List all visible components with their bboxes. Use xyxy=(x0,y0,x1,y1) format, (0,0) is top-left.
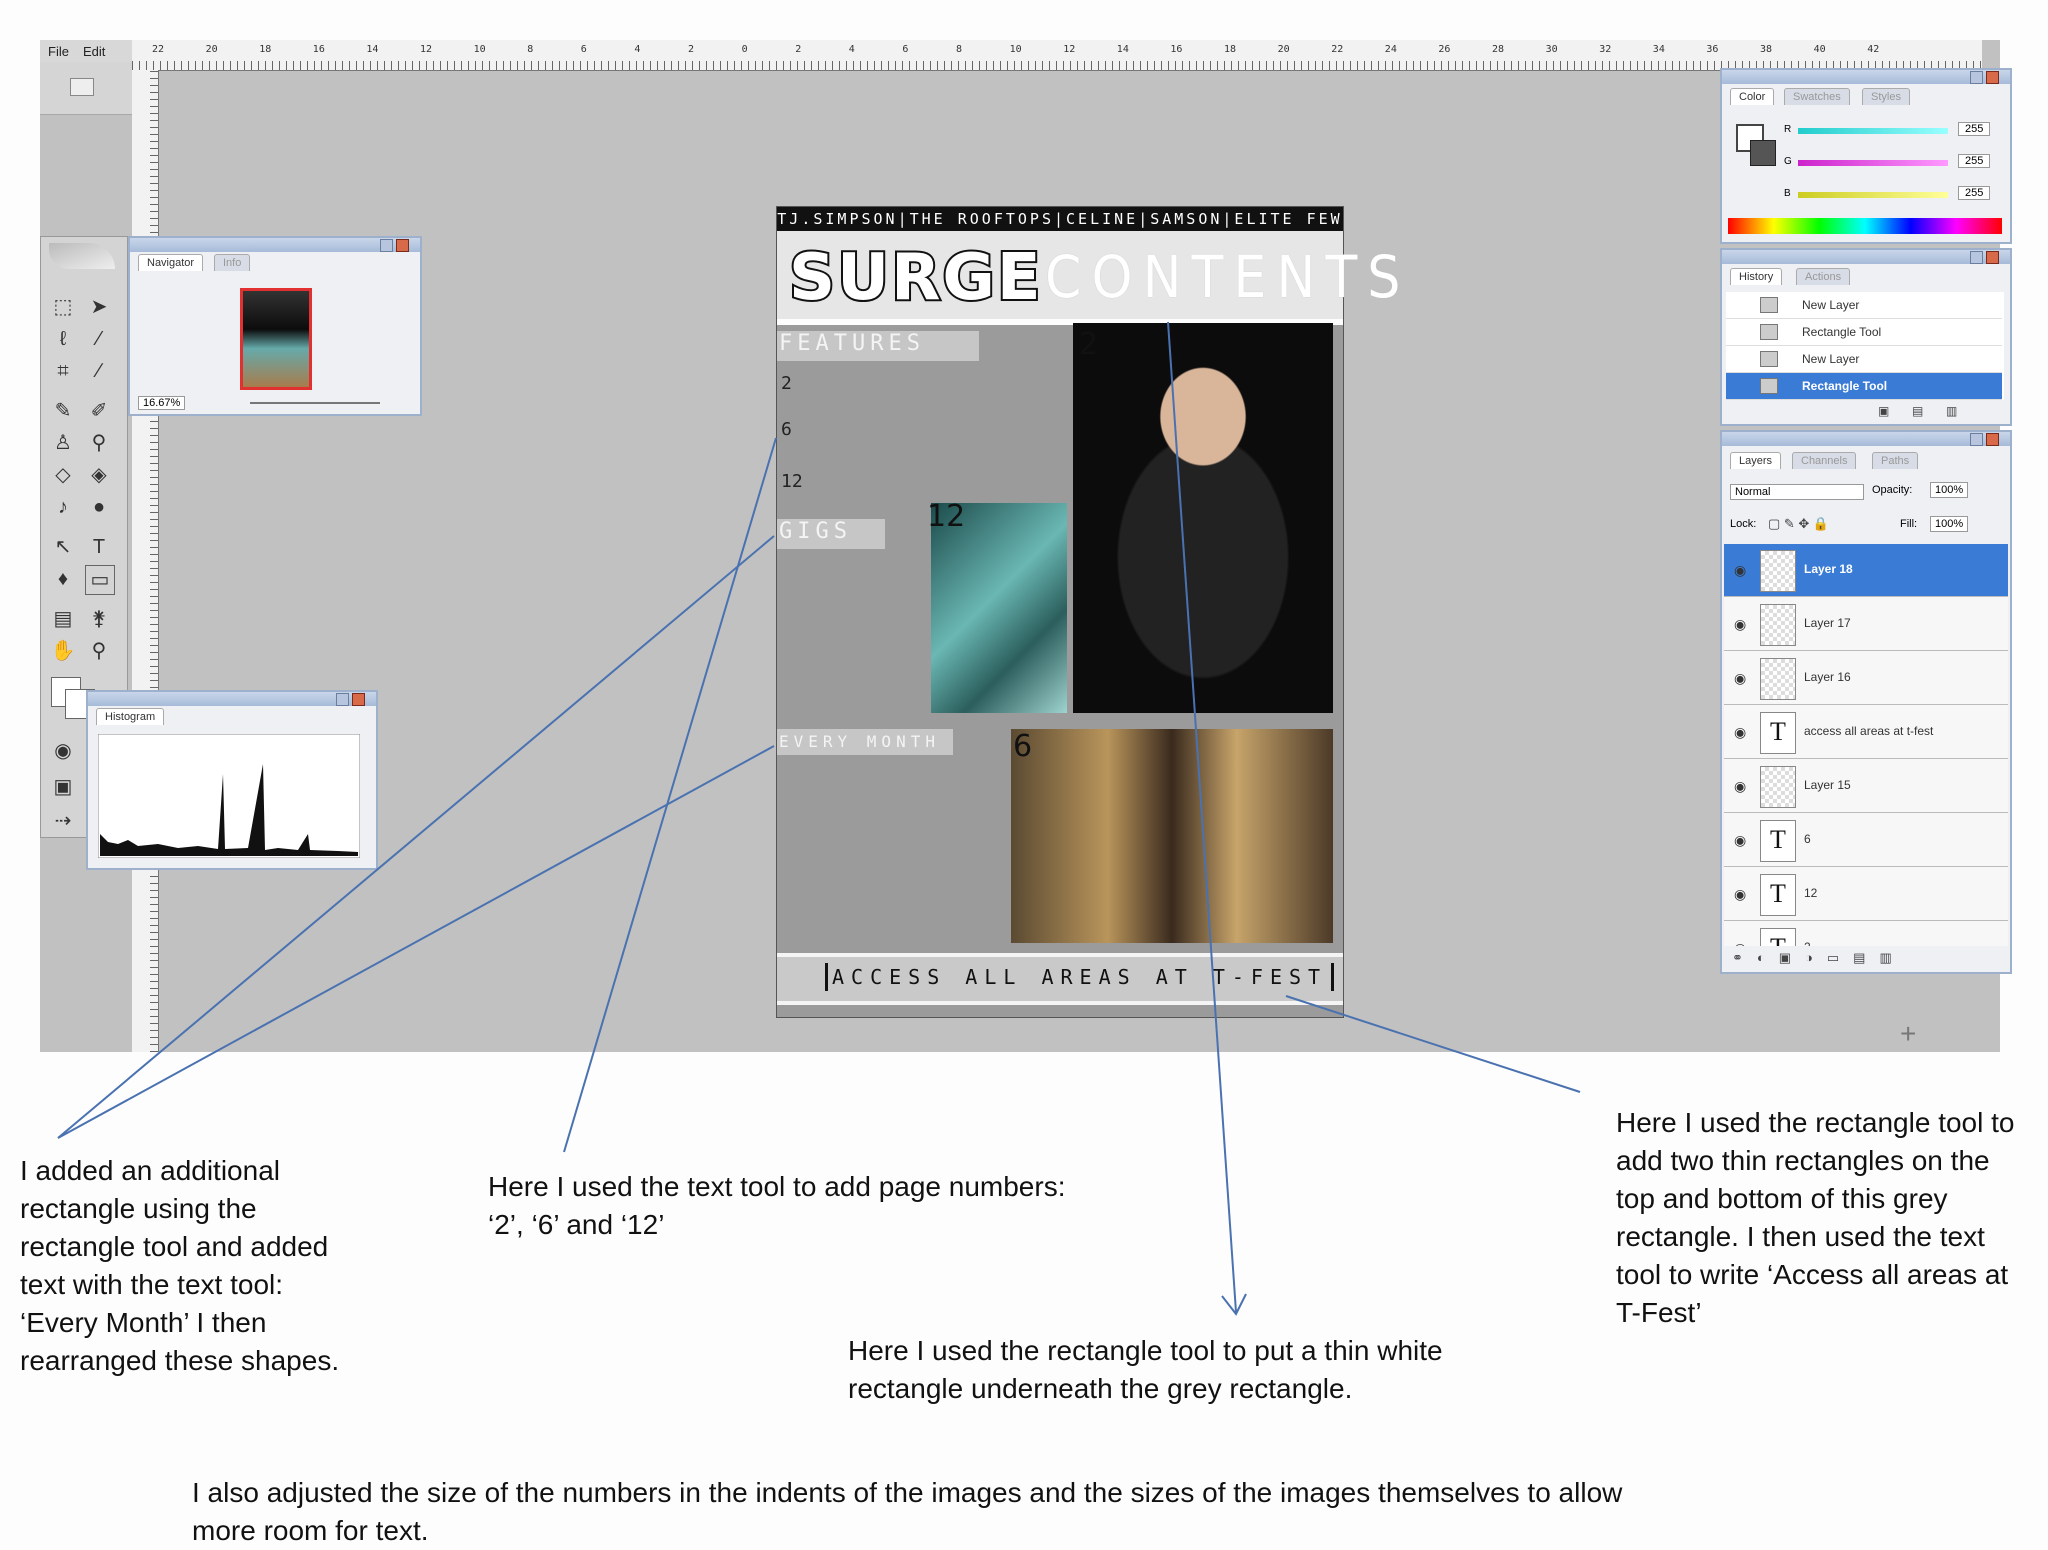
annotation-footer-rectangles: Here I used the rectangle tool to add tw… xyxy=(1616,1107,2015,1328)
annotation-page-numbers: Here I used the text tool to add page nu… xyxy=(488,1171,1066,1240)
arrow-to-white-rectangle xyxy=(1167,321,1237,1313)
arrow-to-gigs-label xyxy=(57,535,775,1139)
annotation-every-month: I added an additional rectangle using th… xyxy=(20,1155,340,1376)
arrow-to-footer-rectangle xyxy=(1285,995,1581,1093)
arrow-to-page-numbers xyxy=(563,437,777,1153)
annotation-bottom: I also adjusted the size of the numbers … xyxy=(192,1477,1623,1546)
annotation-white-rectangle: Here I used the rectangle tool to put a … xyxy=(848,1335,1443,1404)
